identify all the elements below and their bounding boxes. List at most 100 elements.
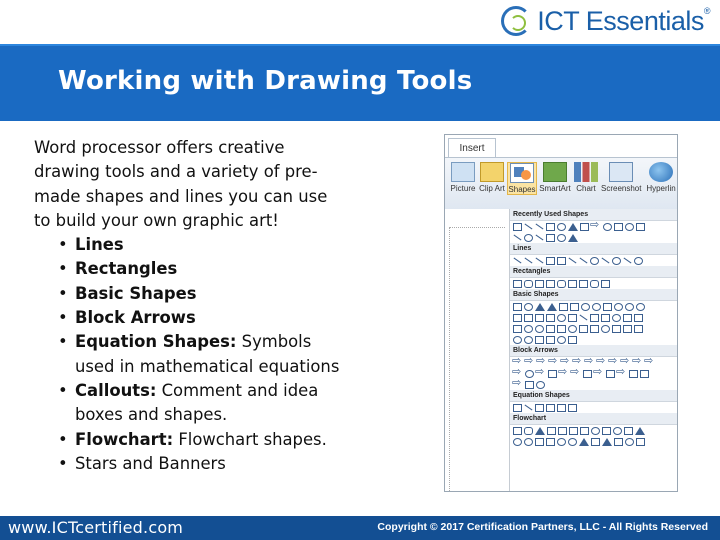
smartart-button[interactable]: SmartArt [539, 162, 571, 193]
shape-item[interactable] [559, 302, 568, 311]
shape-item[interactable] [546, 403, 555, 412]
shape-item[interactable] [547, 302, 557, 311]
shape-item[interactable] [524, 223, 533, 230]
shape-item[interactable] [625, 302, 634, 311]
shape-item[interactable] [568, 233, 578, 242]
shape-item[interactable] [546, 313, 555, 322]
shape-item[interactable] [590, 324, 599, 333]
shape-item[interactable] [535, 302, 545, 311]
shape-item[interactable] [535, 437, 544, 446]
shape-item[interactable] [557, 279, 566, 288]
shape-item[interactable] [590, 218, 601, 231]
shape-item[interactable] [616, 365, 627, 378]
shape-item[interactable] [535, 365, 546, 378]
shape-item[interactable] [613, 426, 622, 435]
chart-button[interactable]: Chart [573, 162, 599, 193]
shape-item[interactable] [513, 279, 522, 288]
shape-item[interactable] [536, 380, 545, 389]
shape-item[interactable] [524, 257, 533, 264]
shape-item[interactable] [591, 426, 600, 435]
shape-item[interactable] [568, 324, 577, 333]
shape-item[interactable] [525, 380, 534, 389]
shape-item[interactable] [601, 257, 610, 264]
shape-item[interactable] [546, 233, 555, 242]
shape-item[interactable] [590, 313, 599, 322]
shape-item[interactable] [557, 222, 566, 231]
shape-item[interactable] [625, 222, 634, 231]
shape-item[interactable] [557, 233, 566, 242]
shape-item[interactable] [558, 365, 569, 378]
shape-item[interactable] [535, 335, 544, 344]
shape-item[interactable] [513, 324, 522, 333]
shape-item[interactable] [557, 403, 566, 412]
shape-item[interactable] [548, 369, 557, 378]
shape-item[interactable] [535, 223, 544, 230]
shape-item[interactable] [568, 257, 577, 264]
shape-item[interactable] [513, 437, 522, 446]
shape-item[interactable] [614, 302, 623, 311]
shape-item[interactable] [593, 365, 604, 378]
shape-item[interactable] [535, 403, 544, 412]
shape-item[interactable] [568, 279, 577, 288]
shape-item[interactable] [602, 426, 611, 435]
shape-item[interactable] [513, 222, 522, 231]
shape-item[interactable] [636, 437, 645, 446]
shape-item[interactable] [513, 335, 522, 344]
shape-item[interactable] [579, 324, 588, 333]
shape-item[interactable] [634, 313, 643, 322]
shape-item[interactable] [568, 403, 577, 412]
shape-item[interactable] [546, 222, 555, 231]
shape-item[interactable] [590, 256, 599, 265]
shape-item[interactable] [612, 256, 621, 265]
shape-item[interactable] [644, 354, 655, 367]
shape-item[interactable] [568, 335, 577, 344]
shape-item[interactable] [640, 369, 649, 378]
shape-item[interactable] [614, 437, 623, 446]
shape-item[interactable] [580, 222, 589, 231]
shape-item[interactable] [513, 257, 522, 264]
shape-item[interactable] [524, 437, 533, 446]
shape-item[interactable] [524, 233, 533, 242]
screenshot-button[interactable]: Screenshot [601, 162, 641, 193]
shape-item[interactable] [513, 313, 522, 322]
shape-item[interactable] [557, 256, 566, 265]
picture-button[interactable]: Picture [449, 162, 477, 193]
shape-item[interactable] [524, 335, 533, 344]
shape-item[interactable] [535, 257, 544, 264]
shape-item[interactable] [535, 324, 544, 333]
shape-item[interactable] [579, 257, 588, 264]
shape-item[interactable] [635, 426, 645, 435]
shape-item[interactable] [636, 302, 645, 311]
shape-item[interactable] [557, 324, 566, 333]
shape-item[interactable] [524, 302, 533, 311]
shape-item[interactable] [602, 437, 612, 446]
shape-item[interactable] [513, 426, 522, 435]
clip-art-button[interactable]: Clip Art [479, 162, 505, 193]
shape-item[interactable] [535, 426, 545, 435]
shape-item[interactable] [614, 222, 623, 231]
shape-item[interactable] [557, 437, 566, 446]
shape-item[interactable] [592, 302, 601, 311]
shape-item[interactable] [513, 234, 522, 241]
shape-item[interactable] [568, 313, 577, 322]
shape-item[interactable] [603, 302, 612, 311]
shape-item[interactable] [623, 257, 632, 264]
shape-item[interactable] [570, 365, 581, 378]
shape-item[interactable] [557, 335, 566, 344]
shape-item[interactable] [524, 324, 533, 333]
shape-item[interactable] [513, 403, 522, 412]
shape-item[interactable] [634, 256, 643, 265]
shape-item[interactable] [524, 354, 535, 367]
shape-item[interactable] [535, 279, 544, 288]
shape-item[interactable] [558, 426, 567, 435]
shape-item[interactable] [612, 324, 621, 333]
shape-item[interactable] [623, 313, 632, 322]
shape-item[interactable] [580, 426, 589, 435]
shape-item[interactable] [603, 222, 612, 231]
hyperlink-button[interactable]: Hyperlin [645, 162, 677, 193]
shape-item[interactable] [525, 369, 534, 378]
shape-item[interactable] [624, 426, 633, 435]
shape-item[interactable] [579, 437, 589, 446]
shape-item[interactable] [612, 313, 621, 322]
shape-item[interactable] [570, 302, 579, 311]
